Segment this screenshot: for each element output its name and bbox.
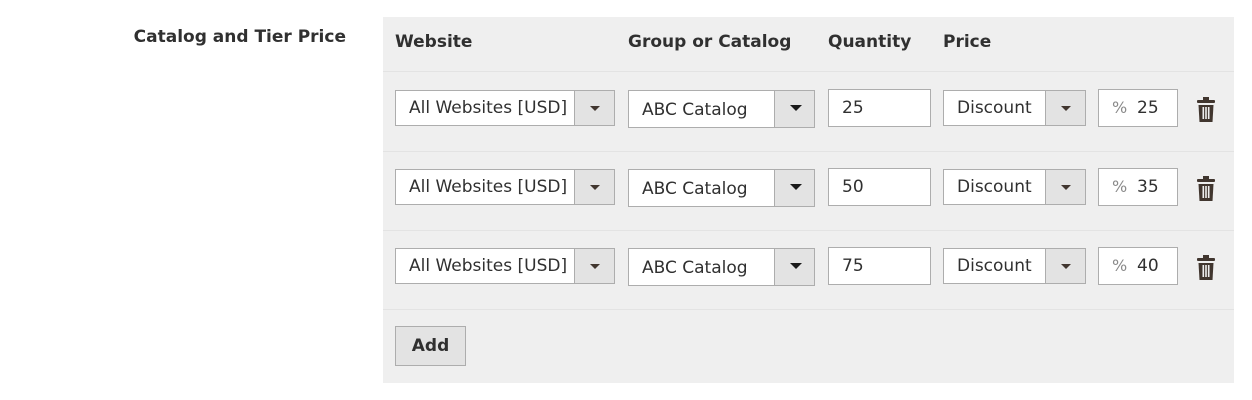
- column-header-website: Website: [395, 32, 473, 52]
- divider: [383, 309, 1234, 310]
- dropdown-toggle[interactable]: [1045, 170, 1085, 204]
- column-header-quantity: Quantity: [828, 32, 912, 52]
- percent-symbol: %: [1112, 177, 1128, 196]
- website-select-value: All Websites [USD]: [409, 177, 568, 197]
- price-type-value: Discount: [957, 256, 1032, 276]
- chevron-down-icon: [790, 263, 802, 269]
- dropdown-toggle[interactable]: [1045, 91, 1085, 125]
- chevron-down-icon: [1061, 106, 1071, 111]
- website-select[interactable]: All Websites [USD]: [395, 169, 615, 205]
- dropdown-toggle[interactable]: [774, 170, 814, 206]
- group-select-value: ABC Catalog: [642, 179, 748, 199]
- price-value-input[interactable]: % 25: [1098, 89, 1178, 127]
- dropdown-toggle[interactable]: [1045, 249, 1085, 283]
- group-select-value: ABC Catalog: [642, 258, 748, 278]
- dropdown-toggle[interactable]: [574, 170, 614, 204]
- quantity-input[interactable]: 25: [828, 89, 931, 127]
- price-value-input[interactable]: % 35: [1098, 168, 1178, 206]
- group-select-value: ABC Catalog: [642, 100, 748, 120]
- dropdown-toggle[interactable]: [774, 91, 814, 127]
- website-select-value: All Websites [USD]: [409, 256, 568, 276]
- tier-price-panel: Website Group or Catalog Quantity Price …: [383, 17, 1234, 383]
- group-select[interactable]: ABC Catalog: [628, 248, 815, 286]
- add-button[interactable]: Add: [395, 326, 466, 366]
- price-value-input[interactable]: % 40: [1098, 247, 1178, 285]
- chevron-down-icon: [790, 105, 802, 111]
- chevron-down-icon: [590, 185, 600, 190]
- price-value: 35: [1137, 177, 1159, 197]
- price-type-select[interactable]: Discount: [943, 248, 1086, 284]
- tier-price-row: All Websites [USD] ABC Catalog 25 Discou…: [383, 72, 1234, 151]
- column-header-price: Price: [943, 32, 992, 52]
- quantity-input[interactable]: 50: [828, 168, 931, 206]
- dropdown-toggle[interactable]: [574, 91, 614, 125]
- dropdown-toggle[interactable]: [774, 249, 814, 285]
- trash-icon[interactable]: [1196, 176, 1216, 202]
- tier-price-row: All Websites [USD] ABC Catalog 50 Discou…: [383, 151, 1234, 230]
- group-select[interactable]: ABC Catalog: [628, 90, 815, 128]
- website-select[interactable]: All Websites [USD]: [395, 248, 615, 284]
- tier-price-row: All Websites [USD] ABC Catalog 75 Discou…: [383, 230, 1234, 309]
- column-header-group: Group or Catalog: [628, 32, 792, 52]
- website-select[interactable]: All Websites [USD]: [395, 90, 615, 126]
- chevron-down-icon: [590, 106, 600, 111]
- field-label: Catalog and Tier Price: [133, 27, 346, 47]
- website-select-value: All Websites [USD]: [409, 98, 568, 118]
- percent-symbol: %: [1112, 256, 1128, 275]
- dropdown-toggle[interactable]: [574, 249, 614, 283]
- chevron-down-icon: [790, 184, 802, 190]
- price-value: 25: [1137, 98, 1159, 118]
- chevron-down-icon: [1061, 264, 1071, 269]
- price-type-select[interactable]: Discount: [943, 90, 1086, 126]
- price-type-value: Discount: [957, 177, 1032, 197]
- price-value: 40: [1137, 256, 1159, 276]
- price-type-select[interactable]: Discount: [943, 169, 1086, 205]
- price-type-value: Discount: [957, 98, 1032, 118]
- percent-symbol: %: [1112, 98, 1128, 117]
- trash-icon[interactable]: [1196, 255, 1216, 281]
- trash-icon[interactable]: [1196, 97, 1216, 123]
- chevron-down-icon: [590, 264, 600, 269]
- group-select[interactable]: ABC Catalog: [628, 169, 815, 207]
- chevron-down-icon: [1061, 185, 1071, 190]
- quantity-input[interactable]: 75: [828, 247, 931, 285]
